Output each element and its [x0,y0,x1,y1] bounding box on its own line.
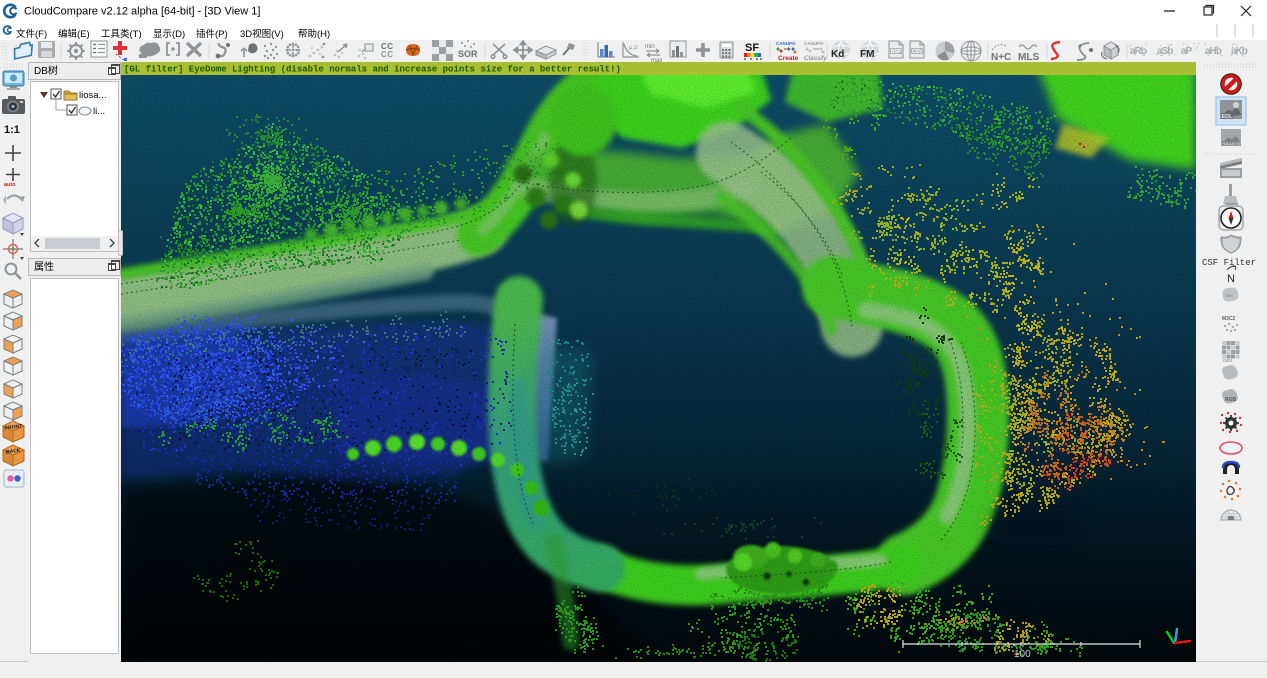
svg-text:min: min [645,44,655,50]
svg-text:DBS: DBS [1223,358,1232,363]
svg-text:SSAO: SSAO [1223,142,1236,147]
svg-text:MLS: MLS [1018,52,1039,62]
svg-text:CSV: CSV [912,49,923,55]
svg-text:aKb: aKb [1231,46,1248,57]
svg-text:CSF Filter: CSF Filter [1202,258,1256,268]
svg-text:auto: auto [4,182,16,188]
svg-text:Kd: Kd [831,49,844,60]
svg-text:μ,σ: μ,σ [629,45,638,51]
svg-text:Classify: Classify [804,55,828,62]
svg-text:1:1: 1:1 [4,124,20,136]
svg-text:EDL: EDL [1222,114,1234,120]
svg-text:CloudCompare v2.12 alpha [64-b: CloudCompare v2.12 alpha [64-bit] - [3D … [24,6,260,18]
svg-text:CANUPO: CANUPO [776,41,796,46]
svg-text:li...: li... [93,106,105,117]
svg-text:RGB: RGB [1225,397,1237,403]
svg-text:aHb: aHb [1205,46,1222,57]
svg-text:aSb: aSb [1157,46,1173,57]
svg-text:CC: CC [381,50,394,59]
svg-text:HBK: HBK [1225,293,1234,298]
svg-text:N+C: N+C [991,52,1011,62]
svg-text:SOR: SOR [458,49,478,59]
svg-text:SF: SF [745,42,759,54]
svg-text:100: 100 [1014,649,1031,660]
svg-text:Create: Create [778,55,799,62]
svg-text:N: N [1227,273,1235,285]
svg-text:BSP: BSP [891,49,902,55]
svg-text:M3C2: M3C2 [1222,316,1236,322]
svg-text:[GL filter] EyeDome Lighting (: [GL filter] EyeDome Lighting (disable no… [124,65,621,75]
svg-text:liosa...: liosa... [79,90,106,101]
svg-text:CANUPO: CANUPO [804,41,824,46]
svg-text:FM: FM [860,49,874,60]
